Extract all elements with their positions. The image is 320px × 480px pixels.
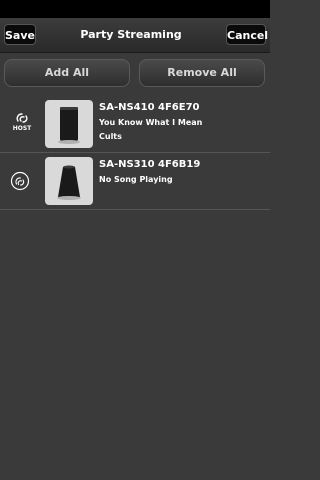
host-label: HOST	[12, 125, 32, 132]
title-bar: Save Party Streaming Cancel	[0, 18, 270, 53]
device-track: No Song Playing	[99, 175, 173, 184]
device-name: SA-NS410 4F6E70	[99, 102, 200, 113]
host-link-icon: HOST	[12, 112, 32, 136]
device-role-cell	[4, 153, 40, 209]
status-bar	[0, 0, 270, 18]
device-row[interactable]: SA-NS310 4F6B19 No Song Playing	[0, 153, 270, 210]
device-name: SA-NS310 4F6B19	[99, 159, 201, 170]
device-artist: Cults	[99, 132, 122, 141]
speaker-thumbnail	[45, 100, 93, 148]
cancel-button[interactable]: Cancel	[226, 24, 268, 45]
remove-all-button[interactable]: Remove All	[139, 59, 265, 87]
speaker-thumbnail	[45, 157, 93, 205]
device-row[interactable]: HOST SA-NS410 4F6E70 You Know What I Mea…	[0, 96, 270, 153]
device-list: HOST SA-NS410 4F6E70 You Know What I Mea…	[0, 96, 270, 210]
link-icon[interactable]	[10, 171, 30, 191]
add-all-button[interactable]: Add All	[4, 59, 130, 87]
page-title: Party Streaming	[80, 28, 182, 41]
device-track: You Know What I Mean	[99, 118, 203, 127]
device-role-cell: HOST	[4, 96, 40, 152]
save-button[interactable]: Save	[4, 24, 36, 45]
action-row: Add All Remove All	[0, 53, 270, 93]
